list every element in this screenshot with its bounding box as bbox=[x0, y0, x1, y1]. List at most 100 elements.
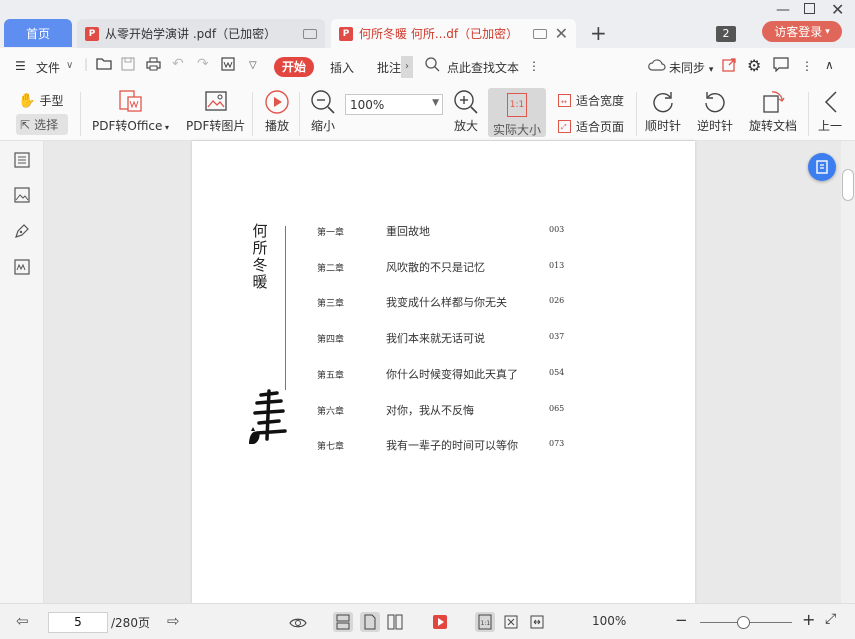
hand-tool-button[interactable]: ✋ 手型 bbox=[18, 92, 63, 109]
single-page-view-icon[interactable] bbox=[360, 612, 380, 632]
tab-home[interactable]: 首页 bbox=[4, 19, 72, 47]
menu-bar: ☰ 文件 ∨ | ↶ ↷ ▽ 开始 插入 批注 › 点此查找文本 ⋮ 未同步 ▾… bbox=[0, 48, 855, 86]
zoom-select[interactable]: 100% ▼ bbox=[345, 94, 443, 115]
toc-title: 对你，我从不反悔 bbox=[386, 404, 474, 417]
file-menu[interactable]: 文件 bbox=[36, 59, 60, 76]
tab-document-1-label: 从零开始学演讲 .pdf（已加密） bbox=[105, 27, 277, 41]
divider bbox=[808, 92, 809, 136]
convert-document-icon bbox=[816, 160, 828, 174]
scrollbar-thumb[interactable] bbox=[842, 169, 854, 201]
maximize-button[interactable] bbox=[804, 3, 815, 14]
window-icon[interactable] bbox=[532, 28, 547, 39]
quick-access-dropdown-icon[interactable]: ▽ bbox=[249, 60, 257, 71]
toc-row[interactable]: 第二章 风吹散的不只是记忆 013 bbox=[317, 259, 567, 275]
fit-page-button[interactable]: ⤢ 适合页面 bbox=[558, 118, 624, 135]
settings-gear-icon[interactable]: ⚙ bbox=[747, 56, 761, 75]
tab-annotate[interactable]: 批注 bbox=[377, 59, 401, 76]
close-window-button[interactable]: ✕ bbox=[831, 0, 844, 19]
chevron-down-icon[interactable]: ∨ bbox=[66, 60, 73, 71]
print-icon[interactable] bbox=[146, 57, 161, 74]
fit-page-status-icon[interactable] bbox=[501, 612, 521, 632]
toc-page-number: 054 bbox=[549, 368, 565, 377]
collapse-ribbon-icon[interactable]: ∧ bbox=[825, 58, 834, 72]
more-tabs-arrow[interactable]: › bbox=[401, 56, 413, 78]
cloud-sync-icon[interactable] bbox=[648, 58, 666, 74]
tab-home-label: 首页 bbox=[25, 26, 50, 41]
more-options-icon[interactable]: ⋮ bbox=[801, 59, 813, 73]
tab-start[interactable]: 开始 bbox=[274, 57, 314, 77]
zoom-out-minus-icon[interactable]: − bbox=[675, 611, 688, 629]
comment-icon[interactable] bbox=[773, 57, 789, 75]
document-viewport[interactable]: 何所冬暖 第一章 重回故地 003 第二章 风吹散的不只是记忆 013 第三章 我变成什么… bbox=[44, 141, 841, 603]
play-button[interactable]: 播放 bbox=[264, 89, 290, 134]
redo-icon[interactable]: ↷ bbox=[197, 56, 209, 72]
thumbnail-image-icon[interactable] bbox=[13, 186, 31, 204]
toc-row[interactable]: 第一章 重回故地 003 bbox=[317, 223, 567, 239]
annotation-pen-icon[interactable] bbox=[13, 222, 31, 240]
play-slideshow-icon[interactable] bbox=[430, 612, 450, 632]
fit-page-label: 适合页面 bbox=[576, 120, 625, 134]
fit-width-label: 适合宽度 bbox=[576, 94, 625, 108]
toc-row[interactable]: 第五章 你什么时候变得如此天真了 054 bbox=[317, 366, 567, 382]
toc-chapter: 第二章 bbox=[317, 264, 345, 274]
next-page-arrow-icon[interactable]: ⇨ bbox=[167, 612, 180, 630]
minimize-button[interactable]: — bbox=[776, 2, 790, 18]
zoom-slider-knob[interactable] bbox=[737, 616, 750, 629]
new-tab-button[interactable]: + bbox=[590, 21, 607, 45]
fit-width-status-icon[interactable] bbox=[527, 612, 547, 632]
actual-size-status-icon[interactable]: 1:1 bbox=[475, 612, 495, 632]
export-icon[interactable] bbox=[221, 57, 237, 74]
actual-size-button[interactable]: 1:1 实际大小 bbox=[488, 88, 546, 137]
search-icon[interactable] bbox=[425, 57, 440, 75]
select-tool-button[interactable]: ⇱ 选择 bbox=[16, 114, 68, 135]
vertical-book-title: 何所冬暖 bbox=[252, 222, 268, 291]
previous-page-arrow-icon[interactable]: ⇦ bbox=[16, 612, 29, 630]
toc-row[interactable]: 第四章 我们本来就无话可说 037 bbox=[317, 330, 567, 346]
outline-list-icon[interactable] bbox=[13, 151, 31, 169]
signature-icon[interactable] bbox=[13, 258, 31, 276]
window-icon[interactable] bbox=[303, 28, 317, 39]
pdf-to-image-button[interactable]: PDF转图片 bbox=[186, 89, 245, 134]
fullscreen-icon[interactable]: ⤢ bbox=[825, 611, 836, 627]
eye-protection-icon[interactable] bbox=[288, 612, 308, 632]
rotate-clockwise-button[interactable]: 顺时针 bbox=[645, 89, 681, 134]
toc-row[interactable]: 第三章 我变成什么样都与你无关 026 bbox=[317, 294, 567, 310]
two-page-view-icon[interactable] bbox=[385, 612, 405, 632]
rotate-document-button[interactable]: 旋转文档 bbox=[749, 89, 797, 134]
divider bbox=[80, 92, 81, 136]
window-count-badge[interactable]: 2 bbox=[716, 26, 736, 42]
sync-status[interactable]: 未同步 ▾ bbox=[669, 59, 713, 76]
fit-width-button[interactable]: ↔ 适合宽度 bbox=[558, 92, 624, 109]
play-label: 播放 bbox=[264, 119, 289, 133]
tab-insert[interactable]: 插入 bbox=[330, 59, 354, 76]
toc-row[interactable]: 第七章 我有一辈子的时间可以等你 073 bbox=[317, 437, 567, 453]
share-icon[interactable] bbox=[722, 57, 737, 75]
status-bar: ⇦ 5 /280页 ⇨ 1:1 100% − + ⤢ bbox=[0, 603, 855, 639]
more-options-icon[interactable]: ⋮ bbox=[528, 59, 540, 73]
tab-document-2[interactable]: P 何所冬暖 何所...df（已加密） ✕ bbox=[331, 19, 576, 48]
divider: | bbox=[84, 57, 89, 71]
continuous-page-view-icon[interactable] bbox=[333, 612, 353, 632]
zoom-in-button[interactable]: 放大 bbox=[453, 89, 479, 134]
hamburger-menu-icon[interactable]: ☰ bbox=[15, 59, 26, 73]
tab-document-1[interactable]: P 从零开始学演讲 .pdf（已加密） bbox=[77, 19, 325, 48]
rotate-document-label: 旋转文档 bbox=[749, 119, 798, 133]
open-folder-icon[interactable] bbox=[96, 57, 112, 74]
undo-icon[interactable]: ↶ bbox=[172, 56, 184, 72]
rotate-counterclockwise-button[interactable]: 逆时针 bbox=[697, 89, 733, 134]
zoom-out-button[interactable]: 缩小 bbox=[310, 89, 336, 134]
save-icon[interactable] bbox=[121, 57, 135, 74]
toc-row[interactable]: 第六章 对你，我从不反悔 065 bbox=[317, 402, 567, 418]
vertical-scrollbar[interactable] bbox=[841, 141, 855, 603]
zoom-in-plus-icon[interactable]: + bbox=[802, 610, 815, 629]
toc-page-number: 013 bbox=[549, 261, 565, 270]
toc-page-number: 065 bbox=[549, 404, 565, 413]
search-text-button[interactable]: 点此查找文本 bbox=[447, 59, 519, 76]
pdf-to-office-button[interactable]: PDF转Office ▾ bbox=[92, 89, 169, 134]
floating-convert-button[interactable] bbox=[808, 153, 836, 181]
login-button[interactable]: 访客登录 ▾ bbox=[762, 21, 842, 42]
zoom-percentage[interactable]: 100% bbox=[592, 614, 626, 628]
close-tab-icon[interactable]: ✕ bbox=[555, 24, 568, 43]
page-number-input[interactable]: 5 bbox=[48, 612, 108, 633]
previous-page-button[interactable]: 上一 bbox=[818, 89, 842, 134]
